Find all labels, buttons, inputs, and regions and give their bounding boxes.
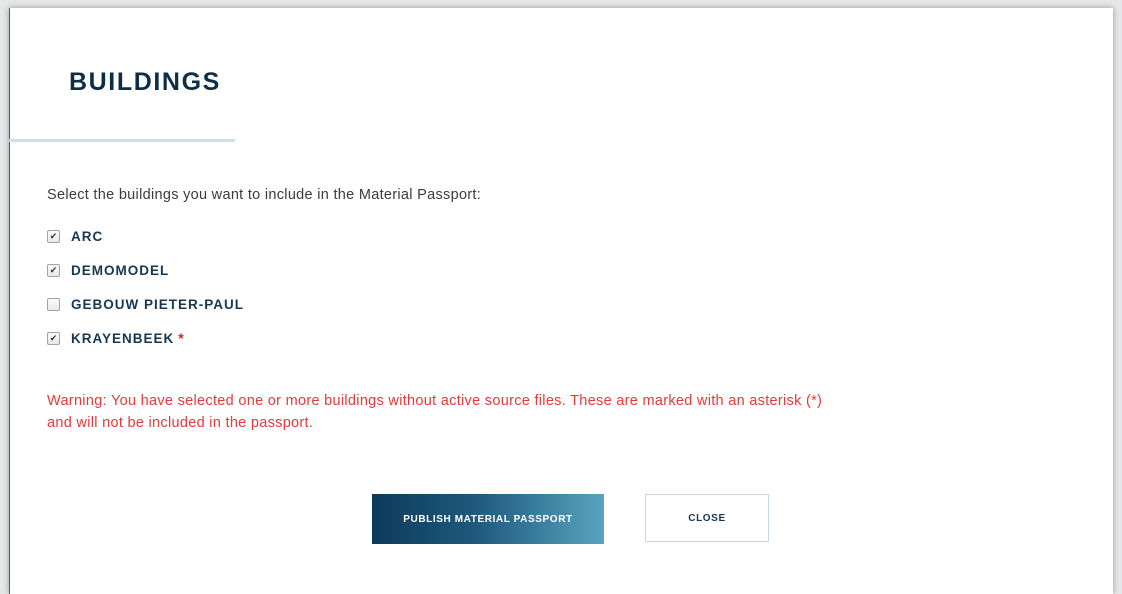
modal-title: BUILDINGS	[69, 68, 221, 96]
building-row-krayenbeek[interactable]: ✔ KRAYENBEEK *	[47, 321, 248, 355]
building-name[interactable]: KRAYENBEEK	[71, 331, 174, 346]
title-underline	[9, 139, 235, 142]
building-name[interactable]: GEBOUW PIETER-PAUL	[71, 297, 244, 312]
building-name[interactable]: ARC	[71, 229, 103, 244]
building-list: ✔ ARC ✔ DEMOMODEL GEBOUW PIETER-PAUL ✔ K…	[47, 219, 248, 355]
publish-material-passport-button[interactable]: PUBLISH MATERIAL PASSPORT	[372, 494, 604, 544]
warning-line-2: and will not be included in the passport…	[47, 415, 314, 431]
building-row-demomodel[interactable]: ✔ DEMOMODEL	[47, 253, 248, 287]
checkbox-demomodel[interactable]: ✔	[47, 263, 60, 277]
building-name[interactable]: DEMOMODEL	[71, 263, 169, 278]
checkbox-krayenbeek[interactable]: ✔	[47, 331, 60, 345]
instruction-text: Select the buildings you want to include…	[47, 187, 482, 203]
modal-left-border	[9, 8, 10, 594]
building-row-gebouw-pieter-paul[interactable]: GEBOUW PIETER-PAUL	[47, 287, 248, 321]
warning-line-1: Warning: You have selected one or more b…	[47, 393, 823, 409]
checkbox-gebouw-pieter-paul[interactable]	[47, 297, 60, 311]
building-row-arc[interactable]: ✔ ARC	[47, 219, 248, 253]
missing-source-asterisk: *	[178, 330, 184, 346]
close-button[interactable]: CLOSE	[645, 494, 769, 542]
warning-message: Warning: You have selected one or more b…	[47, 390, 1097, 434]
buildings-modal: BUILDINGS Select the buildings you want …	[9, 8, 1113, 594]
checkbox-arc[interactable]: ✔	[47, 229, 60, 243]
